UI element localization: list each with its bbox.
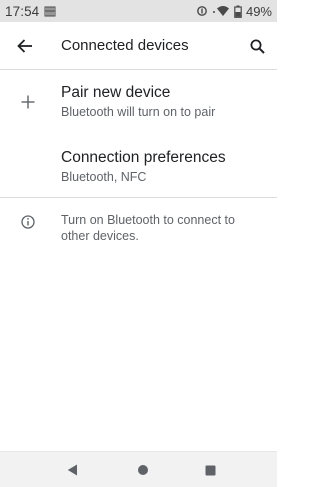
home-circle-icon [137,464,149,476]
info-icon [18,212,38,232]
battery-icon [234,5,242,18]
app-bar: Connected devices [0,22,277,70]
arrow-back-icon [17,39,33,53]
wifi-icon [211,5,231,18]
connected-devices-screen: 17:54 49% Connected devices Pair new dev… [0,0,277,487]
status-bar: 17:54 49% [0,0,277,22]
page-title: Connected devices [61,37,189,54]
status-right: 49% [196,4,272,19]
nav-back-button[interactable] [62,460,82,480]
battery-percent: 49% [245,3,272,19]
pair-new-device-subtitle: Bluetooth will turn on to pair [61,105,216,119]
nav-recents-button[interactable] [200,460,220,480]
navigation-bar [0,451,277,487]
pair-new-device-title: Pair new device [61,84,171,101]
bluetooth-info-text: Turn on Bluetooth to connect to other de… [61,213,235,243]
back-triangle-icon [67,464,78,476]
data-saver-icon [196,5,208,17]
nav-home-button[interactable] [133,460,153,480]
recents-square-icon [205,465,216,476]
plus-icon [18,92,38,112]
back-button[interactable] [14,35,36,57]
connection-preferences-item[interactable]: Connection preferences Bluetooth, NFC [0,139,277,191]
pair-new-device-item[interactable]: Pair new device Bluetooth will turn on t… [0,71,277,128]
search-button[interactable] [246,35,268,57]
connection-preferences-title: Connection preferences [61,149,226,166]
search-icon [250,39,265,54]
connection-preferences-subtitle: Bluetooth, NFC [61,170,147,184]
notification-icon [44,6,56,17]
bluetooth-info-footer: Turn on Bluetooth to connect to other de… [0,198,277,258]
status-left: 17:54 [5,4,56,19]
status-time: 17:54 [5,3,40,19]
